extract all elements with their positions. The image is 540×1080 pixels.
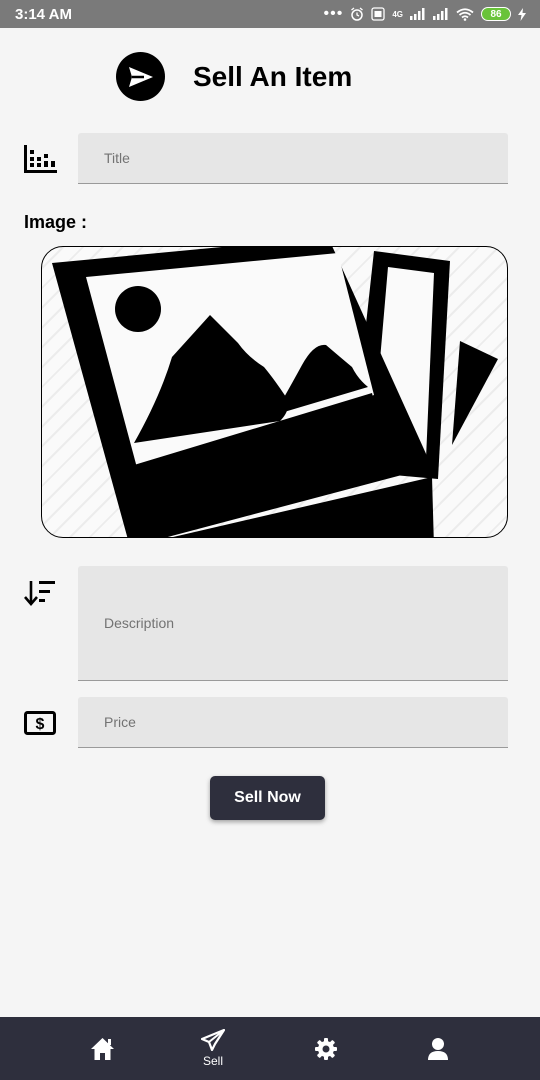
page-header: Sell An Item bbox=[0, 50, 540, 106]
volte-icon bbox=[371, 7, 385, 21]
image-picker[interactable] bbox=[41, 246, 508, 538]
more-dots-icon: ••• bbox=[323, 5, 344, 22]
description-placeholder: Description bbox=[104, 615, 175, 631]
image-label: Image : bbox=[24, 212, 88, 232]
description-input[interactable]: Description bbox=[78, 566, 508, 681]
network-type-label: 4G bbox=[392, 9, 403, 19]
bottom-nav: Sell bbox=[0, 1017, 540, 1080]
signal-icon bbox=[410, 8, 425, 20]
nav-item-sell[interactable]: Sell bbox=[173, 1017, 253, 1080]
battery-icon: 86 bbox=[481, 7, 511, 21]
title-input[interactable]: Title bbox=[78, 133, 508, 184]
alarm-icon bbox=[351, 7, 364, 21]
nav-label-sell: Sell bbox=[202, 1054, 223, 1068]
status-bar: 3:14 AM ••• 4G 86 bbox=[0, 0, 540, 28]
charging-icon bbox=[518, 7, 526, 21]
dollar-bill-icon: $ bbox=[24, 711, 56, 735]
status-icons: ••• 4G 86 bbox=[323, 5, 526, 22]
sell-now-button[interactable]: Sell Now bbox=[210, 776, 325, 820]
bar-chart-icon bbox=[24, 145, 57, 173]
status-time: 3:14 AM bbox=[15, 5, 72, 23]
nav-item-settings[interactable] bbox=[286, 1017, 366, 1080]
nav-item-profile[interactable] bbox=[398, 1017, 478, 1080]
signal-icon bbox=[433, 8, 448, 20]
send-icon bbox=[116, 52, 165, 101]
wifi-icon bbox=[456, 7, 474, 21]
title-placeholder: Title bbox=[104, 150, 130, 166]
price-placeholder: Price bbox=[104, 714, 136, 730]
home-icon bbox=[90, 1037, 114, 1060]
svg-text:$: $ bbox=[36, 716, 45, 733]
gear-icon bbox=[315, 1037, 337, 1060]
sort-icon bbox=[24, 581, 55, 606]
image-placeholder-icon bbox=[52, 247, 498, 537]
page-title: Sell An Item bbox=[193, 61, 353, 92]
nav-item-home[interactable] bbox=[62, 1017, 142, 1080]
price-input[interactable]: Price bbox=[78, 697, 508, 748]
send-icon bbox=[201, 1029, 225, 1051]
profile-icon bbox=[428, 1037, 448, 1060]
